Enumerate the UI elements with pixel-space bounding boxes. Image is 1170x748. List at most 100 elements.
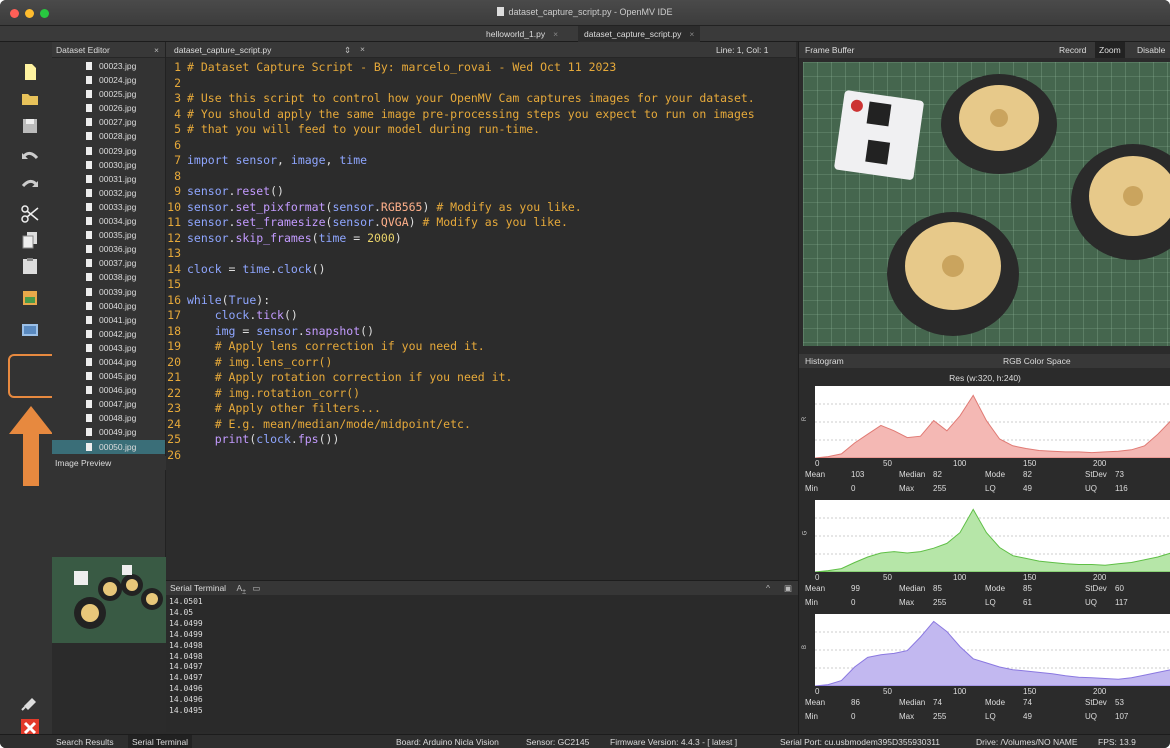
- line-number: 22: [167, 385, 181, 400]
- dataset-file-item[interactable]: 00040.jpg: [52, 299, 165, 313]
- dataset-file-item[interactable]: 00039.jpg: [52, 285, 165, 299]
- dataset-editor-title: Dataset Editor: [56, 45, 110, 55]
- serial-output: 14.0501 14.05 14.0499 14.0499 14.0498 14.0498…: [166, 595, 798, 717]
- dataset-file-item[interactable]: 00024.jpg: [52, 73, 165, 87]
- stat-label: Max: [899, 484, 915, 493]
- dataset-file-item[interactable]: 00027.jpg: [52, 115, 165, 129]
- dataset-file-item[interactable]: 00023.jpg: [52, 59, 165, 73]
- dataset-file-item[interactable]: 00034.jpg: [52, 214, 165, 228]
- code-editor[interactable]: dataset_capture_script.py ⇕ × Line: 1, C…: [166, 42, 796, 582]
- file-name: 00028.jpg: [99, 131, 137, 142]
- redo-icon[interactable]: [20, 176, 40, 196]
- dataset-file-item[interactable]: 00036.jpg: [52, 242, 165, 256]
- save-icon[interactable]: [20, 116, 40, 136]
- close-panel-icon[interactable]: ×: [154, 42, 159, 58]
- dataset-file-item[interactable]: 00025.jpg: [52, 87, 165, 101]
- sensor-status: Sensor: GC2145: [526, 737, 590, 747]
- stat-label: Mean: [805, 698, 826, 707]
- font-size-icon[interactable]: A±: [236, 583, 246, 596]
- dataset-file-item[interactable]: 00030.jpg: [52, 158, 165, 172]
- copy-icon[interactable]: [20, 230, 40, 250]
- serial-terminal-tab[interactable]: Serial Terminal: [128, 735, 193, 748]
- dataset-file-item[interactable]: 00046.jpg: [52, 383, 165, 397]
- save-log-icon[interactable]: ▭: [252, 583, 260, 593]
- file-name: 00050.jpg: [99, 441, 137, 452]
- dataset-file-item[interactable]: 00048.jpg: [52, 411, 165, 425]
- stat-label: LQ: [985, 484, 996, 493]
- stat-label: Mean: [805, 470, 826, 479]
- serial-terminal-panel: Serial Terminal A± ▭ ^ ▣ 14.0501 14.05 14.…: [166, 580, 798, 732]
- stat-label: Median: [899, 470, 926, 479]
- editor-header: dataset_capture_script.py ⇕ × Line: 1, C…: [166, 42, 796, 58]
- capture-image-icon[interactable]: [20, 320, 40, 340]
- title-bar: dataset_capture_script.py - OpenMV IDE: [0, 0, 1170, 26]
- dataset-file-item[interactable]: 00043.jpg: [52, 341, 165, 355]
- code-line: # Apply rotation correction if you need …: [214, 370, 513, 384]
- code-line: while(True):: [187, 292, 271, 307]
- dataset-file-item[interactable]: 00045.jpg: [52, 369, 165, 383]
- tab-dataset-capture[interactable]: dataset_capture_script.py ×: [578, 26, 701, 42]
- code-line: # Dataset Capture Script - By: marcelo_r…: [187, 60, 617, 74]
- dataset-file-item[interactable]: 00042.jpg: [52, 327, 165, 341]
- right-panel: Frame Buffer Record Zoom Disable Histogr…: [798, 42, 1170, 734]
- dataset-file-item[interactable]: 00029.jpg: [52, 144, 165, 158]
- serial-line: 14.0497: [169, 662, 203, 672]
- dataset-file-item[interactable]: 00044.jpg: [52, 355, 165, 369]
- file-name: 00027.jpg: [99, 117, 137, 128]
- disable-button[interactable]: Disable: [1133, 42, 1169, 58]
- code-line: # img.rotation_corr(): [214, 385, 361, 400]
- dataset-file-item[interactable]: 00033.jpg: [52, 200, 165, 214]
- cut-icon[interactable]: [20, 204, 40, 224]
- serial-port-status: Serial Port: cu.usbmodem395D355930311: [780, 737, 941, 747]
- histogram-title: Histogram: [805, 356, 844, 366]
- file-name: 00047.jpg: [99, 399, 137, 410]
- dataset-file-item[interactable]: 00037.jpg: [52, 256, 165, 270]
- stat-value: 117: [1115, 598, 1128, 607]
- new-file-icon[interactable]: [20, 62, 40, 82]
- line-number: 7: [174, 153, 181, 167]
- record-button[interactable]: Record: [1055, 42, 1090, 58]
- stat-value: 116: [1115, 484, 1128, 493]
- tab-helloworld[interactable]: helloworld_1.py ×: [480, 26, 564, 42]
- file-name: 00034.jpg: [99, 216, 137, 227]
- line-number: 9: [174, 184, 181, 198]
- close-file-icon[interactable]: ×: [360, 44, 365, 54]
- stat-value: 255: [933, 484, 947, 493]
- undo-icon[interactable]: [20, 148, 40, 168]
- search-results-tab[interactable]: Search Results: [56, 735, 114, 748]
- dataset-file-item[interactable]: 00032.jpg: [52, 186, 165, 200]
- zoom-button[interactable]: Zoom: [1095, 42, 1125, 58]
- serial-line: 14.0496: [169, 684, 203, 694]
- open-folder-icon[interactable]: [20, 88, 40, 108]
- collapse-icon[interactable]: ^: [766, 581, 770, 595]
- dataset-file-item[interactable]: 00050.jpg: [52, 439, 165, 454]
- dataset-file-item[interactable]: 00047.jpg: [52, 397, 165, 411]
- dataset-file-item[interactable]: 00028.jpg: [52, 129, 165, 143]
- file-name: 00033.jpg: [99, 201, 137, 212]
- dataset-file-item[interactable]: 00041.jpg: [52, 313, 165, 327]
- firmware-status[interactable]: Firmware Version: 4.4.3 - [ latest ]: [610, 735, 737, 748]
- connect-icon[interactable]: [20, 692, 40, 712]
- stat-label: Mode: [985, 698, 1006, 707]
- histogram-header: Histogram RGB Color Space: [799, 354, 1170, 368]
- paste-icon[interactable]: [20, 256, 40, 276]
- close-tab-icon[interactable]: ×: [689, 29, 694, 39]
- code-line: # Use this script to control how your Op…: [187, 91, 755, 105]
- save-image-icon[interactable]: [20, 288, 40, 308]
- stat-value: 49: [1023, 484, 1032, 493]
- serial-line: 14.0499: [169, 629, 203, 639]
- file-name: 00026.jpg: [99, 103, 137, 114]
- dataset-file-item[interactable]: 00035.jpg: [52, 228, 165, 242]
- file-switch-icon[interactable]: ⇕: [344, 45, 351, 56]
- color-space-select[interactable]: RGB Color Space: [1003, 354, 1071, 368]
- dataset-file-item[interactable]: 00031.jpg: [52, 172, 165, 186]
- dataset-file-item[interactable]: 00049.jpg: [52, 425, 165, 439]
- stat-label: Mode: [985, 470, 1006, 479]
- frame-buffer-title: Frame Buffer: [805, 45, 855, 55]
- stat-label: StDev: [1085, 584, 1107, 593]
- line-number: 23: [167, 401, 181, 415]
- dataset-file-item[interactable]: 00038.jpg: [52, 270, 165, 284]
- close-tab-icon[interactable]: ×: [553, 29, 558, 39]
- dataset-file-item[interactable]: 00026.jpg: [52, 101, 165, 115]
- float-panel-icon[interactable]: ▣: [784, 581, 792, 595]
